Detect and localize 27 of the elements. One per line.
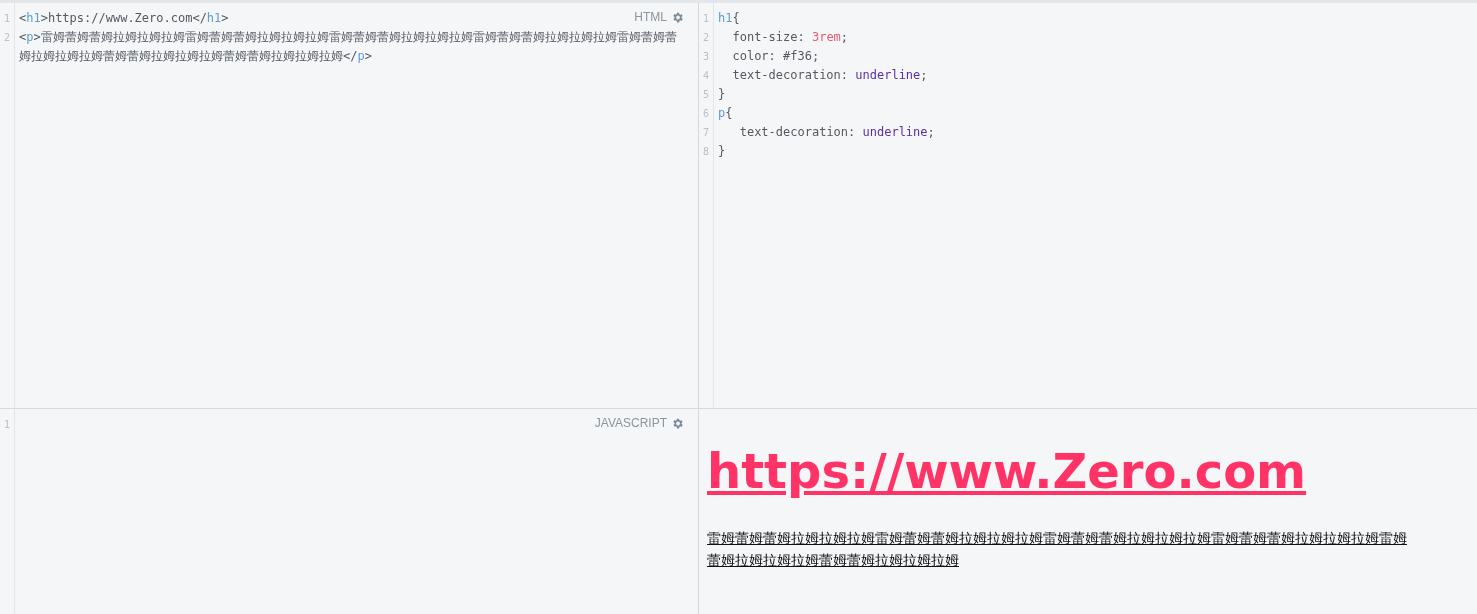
code-line: text-decoration: underline; [731, 67, 928, 84]
code-line: text-decoration: underline; [738, 124, 935, 141]
preview-paragraph: 雷姆蕾姆蕾姆拉姆拉姆拉姆雷姆蕾姆蕾姆拉姆拉姆拉姆雷姆蕾姆蕾姆拉姆拉姆拉姆雷姆蕾姆蕾姆拉姆拉姆拉姆雷姆 蕾姆拉姆拉姆拉姆蕾姆蕾姆拉姆拉姆拉姆 [707, 529, 1408, 570]
code-line: h1{ [718, 10, 740, 27]
line-number: 5 [702, 88, 710, 102]
code-line: } [718, 86, 726, 103]
line-number: 1 [702, 12, 710, 26]
preview-heading: https://www.Zero.com [707, 443, 1308, 499]
line-number: 4 [702, 69, 710, 83]
code-line: color: #f36; [731, 48, 820, 65]
line-number: 3 [702, 50, 710, 64]
line-number: 7 [702, 126, 710, 140]
line-number: 2 [702, 31, 710, 45]
editor-label: HTML [634, 10, 667, 24]
line-number: 6 [702, 107, 710, 121]
line-number: 2 [3, 31, 11, 45]
code-line: <h1>https://www.Zero.com</h1> [19, 10, 229, 27]
code-line: font-size: 3rem; [731, 29, 849, 46]
line-number: 8 [702, 145, 710, 159]
settings-icon[interactable] [671, 10, 684, 24]
editor-label: JAVASCRIPT [594, 416, 667, 430]
code-line: p{ [718, 105, 733, 122]
line-number: 1 [3, 418, 11, 432]
line-number: 1 [3, 12, 11, 26]
code-line: } [718, 143, 726, 160]
code-line: <p>雷姆蕾姆蕾姆拉姆拉姆拉姆雷姆蕾姆蕾姆拉姆拉姆拉姆雷姆蕾姆蕾姆拉姆拉姆拉姆雷姆蕾姆蕾姆拉姆拉姆拉姆雷姆蕾姆蕾姆拉姆拉姆拉姆蕾姆蕾姆拉姆拉姆拉姆蕾姆蕾姆拉姆拉姆拉姆</p> [19, 29, 678, 65]
settings-icon[interactable] [671, 416, 684, 430]
